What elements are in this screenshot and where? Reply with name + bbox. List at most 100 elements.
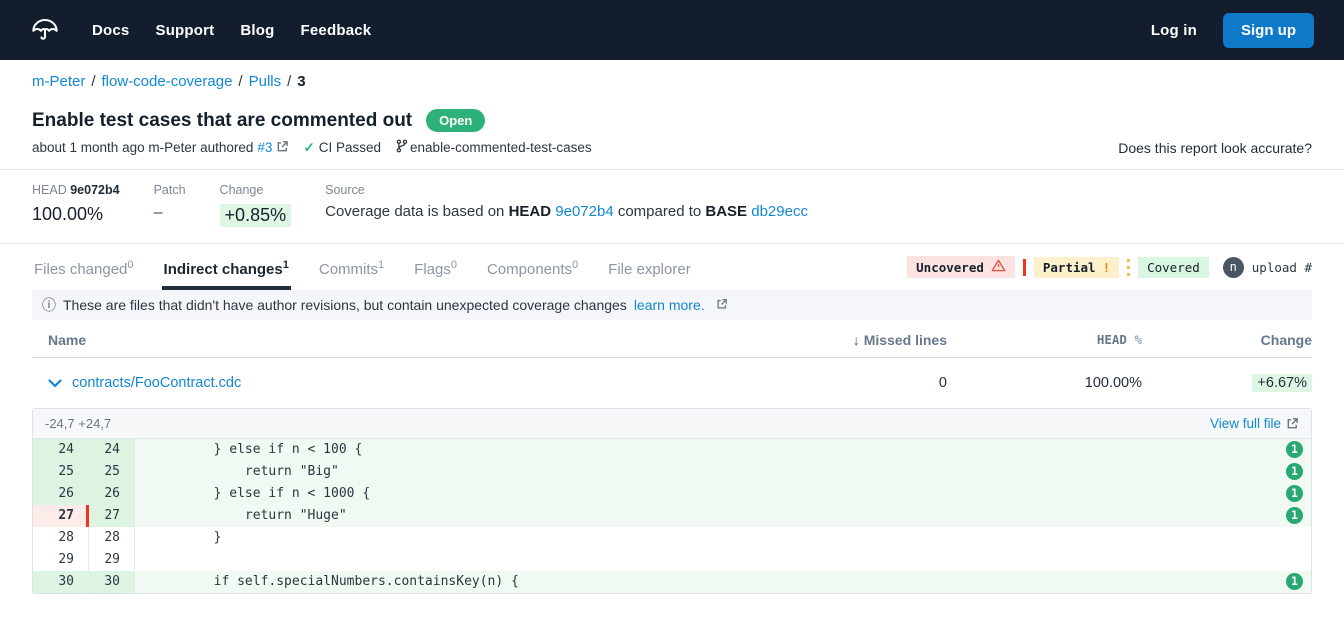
tab-commits[interactable]: Commits1 xyxy=(317,259,386,290)
indirect-changes-table: Name ↓Missed lines HEAD % Change contrac… xyxy=(32,322,1312,408)
login-link[interactable]: Log in xyxy=(1151,22,1197,39)
breadcrumb: m-Peter / flow-code-coverage / Pulls / 3 xyxy=(0,60,1344,90)
diff-line: 26 26 } else if n < 1000 {1 xyxy=(33,483,1311,505)
stat-source: Source Coverage data is based on HEAD 9e… xyxy=(325,183,808,227)
file-name-link[interactable]: contracts/FooContract.cdc xyxy=(72,375,241,391)
missed-lines-value: 0 xyxy=(727,375,947,391)
legend-partial: Partial ! xyxy=(1034,257,1119,278)
pr-meta-text: about 1 month ago m-Peter authored xyxy=(32,140,253,155)
breadcrumb-current: 3 xyxy=(297,73,305,90)
diff-line: 25 25 return "Big"1 xyxy=(33,461,1311,483)
source-description: Coverage data is based on HEAD 9e072b4 c… xyxy=(325,203,808,220)
legend-covered-label: Covered xyxy=(1147,260,1200,275)
head-coverage-value: 100.00% xyxy=(32,204,120,225)
column-header-missed-lines[interactable]: ↓Missed lines xyxy=(727,332,947,348)
report-accuracy-prompt: Does this report look accurate? xyxy=(1118,140,1312,156)
partial-bar-sample xyxy=(1127,259,1130,276)
sort-descending-icon: ↓ xyxy=(853,332,860,348)
head-label: HEAD xyxy=(32,183,67,197)
patch-value: – xyxy=(154,204,186,222)
diff-header: -24,7 +24,7 View full file xyxy=(33,409,1311,439)
code-line: } xyxy=(135,527,1311,549)
code-line: } else if n < 1000 {1 xyxy=(135,483,1311,505)
hunk-header: -24,7 +24,7 xyxy=(45,416,111,431)
upload-count-badge: 1 xyxy=(1286,441,1303,458)
tab-files-changed[interactable]: Files changed0 xyxy=(32,259,136,290)
breadcrumb-separator: / xyxy=(287,73,291,90)
head-line-number: 30 xyxy=(89,571,135,593)
head-line-number: 26 xyxy=(89,483,135,505)
base-line-number: 30 xyxy=(33,571,89,593)
stat-patch: Patch – xyxy=(154,183,186,227)
nav-blog[interactable]: Blog xyxy=(240,22,274,39)
diff-line: 28 28 } xyxy=(33,527,1311,549)
tab-file-explorer[interactable]: File explorer xyxy=(606,259,693,290)
column-header-change: Change xyxy=(1142,332,1312,348)
source-base-sha-link[interactable]: db29ecc xyxy=(751,203,808,220)
signup-button[interactable]: Sign up xyxy=(1223,13,1314,48)
base-line-number: 24 xyxy=(33,439,89,461)
warning-triangle-icon xyxy=(991,259,1006,275)
diff-line: 24 24 } else if n < 100 {1 xyxy=(33,439,1311,461)
stat-head: HEAD 9e072b4 100.00% xyxy=(32,183,120,227)
nav-feedback[interactable]: Feedback xyxy=(301,22,372,39)
chevron-down-icon[interactable] xyxy=(48,379,62,388)
breadcrumb-owner[interactable]: m-Peter xyxy=(32,73,85,90)
table-header-row: Name ↓Missed lines HEAD % Change xyxy=(32,322,1312,358)
top-navbar: Docs Support Blog Feedback Log in Sign u… xyxy=(0,0,1344,60)
uncovered-bar-sample xyxy=(1023,259,1026,276)
upload-count-badge: 1 xyxy=(1286,507,1303,524)
breadcrumb-separator: / xyxy=(91,73,95,90)
change-value: +0.85% xyxy=(220,204,292,227)
column-header-head-percent: HEAD % xyxy=(947,332,1142,347)
head-line-number: 29 xyxy=(89,549,135,571)
page-title: Enable test cases that are commented out xyxy=(32,110,412,132)
upload-count-badge: 1 xyxy=(1286,573,1303,590)
base-line-number: 28 xyxy=(33,527,89,549)
legend-partial-label: Partial xyxy=(1043,260,1096,275)
base-line-number: 25 xyxy=(33,461,89,483)
branch-name: enable-commented-test-cases xyxy=(410,140,592,155)
head-line-number: 27 xyxy=(89,505,135,527)
code-line: return "Big"1 xyxy=(135,461,1311,483)
git-branch-icon xyxy=(395,139,408,156)
code-line xyxy=(135,549,1311,571)
view-full-file-link[interactable]: View full file xyxy=(1210,416,1299,431)
head-percent-value: 100.00% xyxy=(947,375,1142,391)
external-link-icon[interactable] xyxy=(716,297,728,313)
diff-line: 27 27 return "Huge"1 xyxy=(33,505,1311,527)
report-tabs: Files changed0 Indirect changes1 Commits… xyxy=(0,244,1344,290)
source-head-sha-link[interactable]: 9e072b4 xyxy=(555,203,613,220)
tab-indirect-changes[interactable]: Indirect changes1 xyxy=(162,259,291,290)
nav-support[interactable]: Support xyxy=(155,22,214,39)
upload-count-sample-badge: n xyxy=(1223,257,1244,278)
legend-covered: Covered xyxy=(1138,257,1209,278)
head-sha: 9e072b4 xyxy=(70,183,119,197)
learn-more-link[interactable]: learn more. xyxy=(634,297,705,313)
tab-flags[interactable]: Flags0 xyxy=(412,259,459,290)
head-line-number: 25 xyxy=(89,461,135,483)
diff-line: 30 30 if self.specialNumbers.containsKey… xyxy=(33,571,1311,593)
codecov-logo-icon[interactable] xyxy=(30,16,60,44)
change-label: Change xyxy=(220,183,292,197)
breadcrumb-repo[interactable]: flow-code-coverage xyxy=(102,73,233,90)
coverage-stats: HEAD 9e072b4 100.00% Patch – Change +0.8… xyxy=(0,170,1344,243)
legend-uncovered-label: Uncovered xyxy=(916,260,984,275)
code-diff-panel: -24,7 +24,7 View full file 24 24 } else … xyxy=(32,408,1312,594)
info-banner: ⓘ These are files that didn't have autho… xyxy=(32,290,1312,320)
tab-components[interactable]: Components0 xyxy=(485,259,580,290)
base-line-number: 29 xyxy=(33,549,89,571)
pr-number-link[interactable]: #3 xyxy=(257,140,272,155)
breadcrumb-pulls[interactable]: Pulls xyxy=(249,73,282,90)
upload-label: upload # xyxy=(1252,260,1312,275)
code-line: return "Huge"1 xyxy=(135,505,1311,527)
nav-docs[interactable]: Docs xyxy=(92,22,129,39)
external-link-icon[interactable] xyxy=(276,140,289,156)
breadcrumb-separator: / xyxy=(238,73,242,90)
upload-count-badge: 1 xyxy=(1286,485,1303,502)
ci-check-icon: ✓ xyxy=(303,140,314,156)
status-badge: Open xyxy=(426,109,485,132)
source-base-word: BASE xyxy=(705,203,747,220)
diff-line: 29 29 xyxy=(33,549,1311,571)
change-value: +6.67% xyxy=(1142,374,1312,392)
